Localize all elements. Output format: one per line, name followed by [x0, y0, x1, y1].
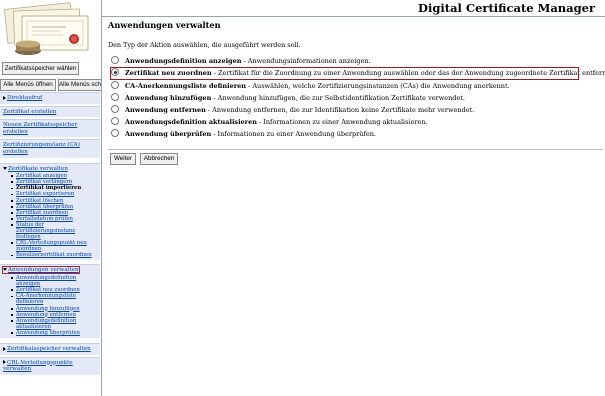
nav-section-manage-certs: Zertifikate verwalten Zertifikat anzeige… [0, 162, 100, 261]
manage-apps-highlight[interactable]: Anwendungen verwalten [2, 266, 80, 275]
cert-item-label[interactable]: Verfallsdatum prüfen [16, 216, 73, 222]
divider [108, 149, 603, 150]
nav-list: Direktaufruf Zertifikat erstellen Neuen … [0, 92, 100, 375]
triangle-down-icon [3, 166, 7, 170]
app-header: Digital Certificate Manager [102, 0, 605, 17]
cert-item-label[interactable]: Zertifikat überprüfen [16, 204, 73, 210]
option-name: CA-Anerkennungsliste definieren [125, 82, 247, 90]
close-all-menus-button[interactable]: Alle Menüs sch [58, 79, 101, 91]
option-show-definition[interactable]: Anwendungsdefinition anzeigen - Anwendun… [111, 56, 371, 67]
app-item[interactable]: Anwendung überprüfen [11, 330, 98, 336]
nav-link-manage-certs[interactable]: Zertifikate verwalten [8, 166, 68, 172]
navigation-sidebar: Zertifikatsspeicher wählen Alle Menüs öf… [0, 0, 102, 396]
nav-link-create-cert[interactable]: Zertifikat erstellen [3, 109, 56, 115]
cert-item-label[interactable]: Zertifikat löschen [16, 198, 63, 204]
app-title: Digital Certificate Manager [418, 1, 595, 15]
open-all-menus-button[interactable]: Alle Menüs öffnen [0, 79, 56, 91]
nav-section-crl[interactable]: CRL-Verteilungspunkte verwalten [0, 356, 100, 375]
cert-item[interactable]: CRL-Verteilungspunkt neu zuordnen [11, 240, 98, 252]
app-item-label[interactable]: Zertifikat neu zuordnen [16, 287, 80, 293]
app-item-label[interactable]: Anwendung hinzufügen [16, 306, 80, 312]
option-desc: - Anwendung hinzufügen, die zur Selbstid… [211, 94, 465, 102]
cert-submenu: Zertifikat anzeigen Zertifikat verlänger… [3, 173, 98, 258]
app-item[interactable]: Anwendungsdefinition anzeigen [11, 275, 98, 287]
next-button[interactable]: Weiter [110, 153, 136, 165]
cert-item-label[interactable]: Zertifikat verlängern [16, 179, 72, 185]
option-desc: - Auswählen, welche Zertifizierungsinsta… [246, 82, 510, 90]
triangle-right-icon [3, 95, 6, 100]
triangle-right-icon [3, 346, 6, 351]
cert-item-label[interactable]: Zertifikat importieren [16, 185, 81, 191]
cancel-button[interactable]: Abbrechen [140, 153, 178, 165]
cert-item-label[interactable]: Zertifikat zuordnen [16, 210, 68, 216]
cert-item-label[interactable]: CRL-Verteilungspunkt neu zuordnen [16, 240, 87, 252]
option-name: Anwendung überprüfen [125, 130, 212, 138]
radio-button[interactable] [111, 93, 119, 101]
radio-button[interactable] [111, 129, 119, 137]
triangle-right-icon [3, 360, 6, 365]
nav-link-manage-apps[interactable]: Anwendungen verwalten [8, 267, 79, 273]
option-ca-trust-list[interactable]: CA-Anerkennungsliste definieren - Auswäh… [111, 81, 510, 92]
option-name: Anwendungsdefinition aktualisieren [125, 118, 257, 126]
radio-button[interactable] [111, 56, 119, 64]
radio-button[interactable] [111, 117, 119, 125]
nav-section-ca[interactable]: Zertifizierungsinstanz (CA) erstellen [0, 139, 100, 158]
select-store-button[interactable]: Zertifikatsspeicher wählen [2, 62, 79, 75]
option-desc: - Informationen zu einer Anwendung aktua… [256, 118, 428, 126]
nav-link-direct-call[interactable]: Direktaufruf [7, 95, 42, 101]
nav-link-ca[interactable]: Zertifizierungsinstanz (CA) erstellen [3, 142, 80, 155]
nav-section-direct-call[interactable]: Direktaufruf [0, 92, 100, 104]
cert-item-label[interactable]: Zertifikat anzeigen [16, 173, 67, 179]
cert-item[interactable]: Benutzerzertifikat zuordnen [11, 252, 98, 258]
option-name: Anwendung hinzufügen [125, 94, 212, 102]
menu-toggle-bar: Alle Menüs öffnen Alle Menüs sch [0, 79, 101, 91]
nav-section-new-store[interactable]: Neuen Zertifikatsspeicher erstellen [0, 119, 100, 138]
app-item-label[interactable]: Anwendung entfernen [16, 312, 76, 318]
app-item-label[interactable]: Anwendungsdefinition aktualisieren [16, 318, 76, 330]
option-add-app[interactable]: Anwendung hinzufügen - Anwendung hinzufü… [111, 93, 465, 104]
nav-section-manage-store[interactable]: Zertifikatsspeicher verwalten [0, 343, 100, 355]
nav-section-manage-apps: Anwendungen verwalten Anwendungsdefiniti… [0, 264, 100, 338]
option-desc: - Anwendung entfernen, die zur Identifik… [205, 106, 475, 114]
cert-item-label[interactable]: Benutzerzertifikat zuordnen [16, 252, 92, 258]
option-update-definition[interactable]: Anwendungsdefinition aktualisieren - Inf… [111, 117, 428, 128]
selected-option-frame [110, 67, 579, 80]
cert-item[interactable]: Status der Zertifizierungsinstanz festle… [11, 222, 98, 240]
radio-button[interactable] [111, 105, 119, 113]
option-name: Anwendungsdefinition anzeigen [125, 57, 242, 65]
dcm-logo [0, 0, 101, 58]
cert-item-label[interactable]: Status der Zertifizierungsinstanz festle… [16, 222, 75, 240]
instruction-text: Den Typ der Aktion auswählen, die ausgef… [108, 41, 301, 49]
page-title: Anwendungen verwalten [108, 20, 221, 30]
certificate-stack-icon [3, 2, 89, 55]
option-check-app[interactable]: Anwendung überprüfen - Informationen zu … [111, 129, 376, 140]
nav-link-crl[interactable]: CRL-Verteilungspunkte verwalten [3, 360, 73, 373]
option-desc: - Anwendungsinformationen anzeigen. [241, 57, 371, 65]
option-desc: - Informationen zu einer Anwendung überp… [211, 130, 376, 138]
nav-section-create-cert[interactable]: Zertifikat erstellen [0, 105, 100, 118]
nav-link-new-store[interactable]: Neuen Zertifikatsspeicher erstellen [3, 122, 77, 135]
option-name: Anwendung entfernen [125, 106, 206, 114]
app-submenu: Anwendungsdefinition anzeigen Zertifikat… [3, 275, 98, 336]
app-item[interactable]: CA-Anerkennungsliste definieren [11, 293, 98, 305]
triangle-down-icon [3, 268, 7, 272]
cert-item-label[interactable]: Zertifikat exportieren [16, 191, 74, 197]
app-item[interactable]: Anwendungsdefinition aktualisieren [11, 318, 98, 330]
option-remove-app[interactable]: Anwendung entfernen - Anwendung entferne… [111, 105, 474, 116]
nav-link-manage-store[interactable]: Zertifikatsspeicher verwalten [7, 346, 91, 352]
app-item-label[interactable]: Anwendungsdefinition anzeigen [16, 275, 76, 287]
app-item-label[interactable]: Anwendung überprüfen [16, 330, 80, 336]
app-item-label[interactable]: CA-Anerkennungsliste definieren [16, 293, 76, 305]
radio-button[interactable] [111, 81, 119, 89]
